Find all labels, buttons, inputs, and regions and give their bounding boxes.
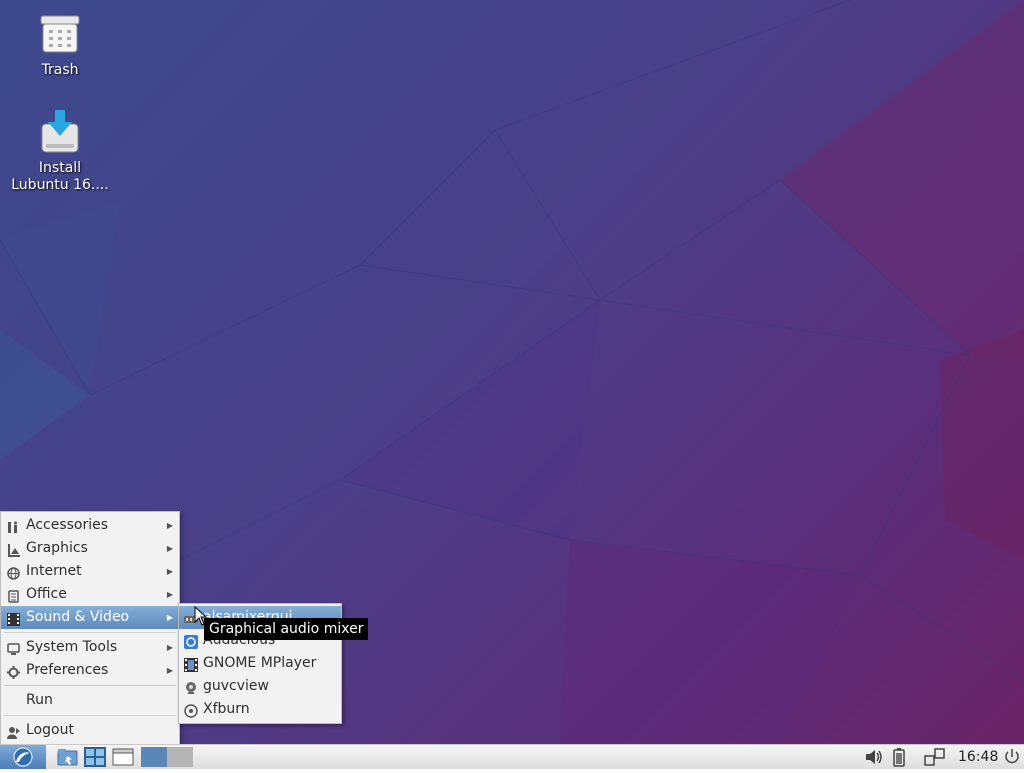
menu-item-graphics[interactable]: Graphics ▶: [1, 537, 179, 560]
globe-icon: [7, 565, 20, 580]
gear-icon: [7, 664, 20, 679]
menu-item-system-tools[interactable]: System Tools ▶: [1, 636, 179, 659]
power-icon[interactable]: [1003, 747, 1021, 767]
window-icon: [112, 748, 134, 766]
tooltip: Graphical audio mixer: [204, 618, 369, 640]
chevron-right-icon: ▶: [166, 643, 173, 652]
graphics-icon: [7, 542, 20, 557]
volume-icon[interactable]: [864, 747, 884, 767]
menu-separator: [4, 632, 176, 633]
chevron-right-icon: ▶: [166, 521, 173, 530]
chevron-right-icon: ▶: [166, 613, 173, 622]
menu-item-run[interactable]: Run: [1, 689, 179, 712]
menu-item-internet[interactable]: Internet ▶: [1, 560, 179, 583]
menu-item-gnome-mplayer[interactable]: GNOME MPlayer: [179, 652, 341, 675]
battery-icon[interactable]: [891, 747, 907, 767]
main-menu: Accessories ▶ Graphics ▶ Internet ▶ Offi…: [0, 511, 180, 745]
desktop-icon-label: Trash: [41, 62, 79, 78]
start-menu-icon: [13, 747, 33, 767]
desktop-switcher-launcher[interactable]: [84, 747, 106, 767]
menu-item-office[interactable]: Office ▶: [1, 583, 179, 606]
workspace-1[interactable]: [141, 747, 167, 767]
file-manager-icon: [57, 749, 78, 766]
menu-item-logout[interactable]: Logout: [1, 719, 179, 742]
mouse-cursor-icon: [194, 606, 208, 626]
audacious-icon: [184, 634, 198, 649]
desktop-icon-trash[interactable]: Trash: [10, 12, 110, 79]
disc-icon: [184, 703, 198, 718]
desktop-switcher-icon: [84, 747, 106, 767]
logout-icon: [7, 724, 20, 739]
taskbar: 16:48: [0, 744, 1024, 769]
menu-separator: [4, 715, 176, 716]
chevron-right-icon: ▶: [166, 590, 173, 599]
workspace-2[interactable]: [167, 747, 193, 767]
clock[interactable]: 16:48: [958, 745, 998, 769]
film-icon: [184, 657, 198, 672]
sound-video-icon: [7, 611, 20, 626]
accessories-icon: [7, 519, 20, 533]
menu-item-xfburn[interactable]: Xfburn: [179, 698, 341, 721]
network-icon[interactable]: [924, 747, 946, 767]
file-manager-launcher[interactable]: [57, 747, 79, 767]
chevron-right-icon: ▶: [166, 567, 173, 576]
chevron-right-icon: ▶: [166, 544, 173, 553]
start-menu-button[interactable]: [0, 745, 46, 769]
trash-icon: [38, 12, 82, 56]
monitor-icon: [7, 641, 20, 655]
menu-item-sound-video[interactable]: Sound & Video ▶: [1, 606, 179, 629]
menu-separator: [4, 685, 176, 686]
menu-item-guvcview[interactable]: guvcview: [179, 675, 341, 698]
office-icon: [7, 588, 20, 603]
webcam-icon: [184, 680, 197, 694]
chevron-right-icon: ▶: [166, 666, 173, 675]
desktop-icon-label: Install Lubuntu 16....: [11, 160, 109, 193]
menu-item-accessories[interactable]: Accessories ▶: [1, 514, 179, 537]
install-drive-icon: [38, 110, 82, 154]
menu-item-preferences[interactable]: Preferences ▶: [1, 659, 179, 682]
window-launcher[interactable]: [112, 747, 134, 767]
desktop-icon-install-lubuntu[interactable]: Install Lubuntu 16....: [10, 110, 110, 194]
